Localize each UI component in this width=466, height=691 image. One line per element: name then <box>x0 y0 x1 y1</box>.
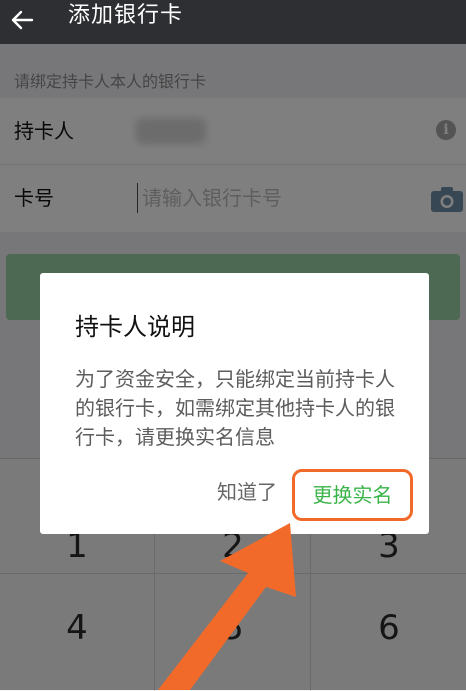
dialog-message: 为了资金安全，只能绑定当前持卡人的银行卡，如需绑定其他持卡人的银行卡，请更换实名… <box>75 367 395 449</box>
title-bar: 添加银行卡 <box>0 0 466 44</box>
change-real-name-button[interactable]: 更换实名 <box>292 469 413 521</box>
dialog-title: 持卡人说明 <box>75 313 195 341</box>
arrow-left-icon[interactable] <box>8 6 36 34</box>
page-title: 添加银行卡 <box>68 3 184 28</box>
holder-info-dialog: 持卡人说明 为了资金安全，只能绑定当前持卡人的银行卡，如需绑定其他持卡人的银行卡… <box>40 273 429 534</box>
orange-arrow-pointer-icon <box>158 523 296 690</box>
got-it-button[interactable]: 知道了 <box>217 476 277 505</box>
